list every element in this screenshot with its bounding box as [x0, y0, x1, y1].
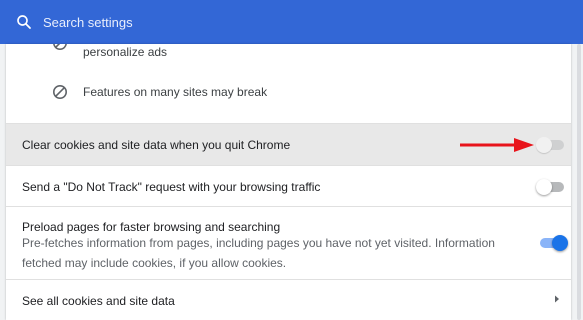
blocked-icon — [53, 85, 67, 99]
setting-title: Send a "Do Not Track" request with your … — [22, 180, 321, 194]
setting-do-not-track[interactable]: Send a "Do Not Track" request with your … — [6, 165, 571, 206]
clear-cookies-toggle[interactable] — [536, 137, 566, 153]
search-input[interactable] — [43, 12, 443, 32]
blocked-icon — [53, 44, 67, 50]
search-bar — [0, 0, 583, 44]
do-not-track-toggle[interactable] — [536, 179, 566, 195]
setting-title: Clear cookies and site data when you qui… — [22, 138, 291, 152]
scrollbar[interactable] — [577, 44, 581, 320]
settings-card: personalize ads Features on many sites m… — [6, 44, 571, 320]
preload-pages-toggle[interactable] — [538, 235, 568, 251]
red-arrow-icon — [460, 138, 534, 152]
setting-description: Pre-fetches information from pages, incl… — [22, 236, 495, 270]
setting-see-all-cookies[interactable]: See all cookies and site data — [6, 279, 571, 320]
chevron-right-icon[interactable] — [552, 294, 562, 304]
search-icon[interactable] — [15, 13, 33, 31]
setting-preload-pages[interactable]: Preload pages for faster browsing and se… — [6, 206, 571, 279]
sub-item-label: personalize ads — [83, 45, 168, 59]
sub-item-label: Features on many sites may break — [83, 85, 268, 99]
sub-item-personalize-ads: personalize ads — [6, 44, 571, 72]
sub-item-features-break: Features on many sites may break — [6, 72, 571, 110]
setting-title: See all cookies and site data — [22, 294, 175, 308]
setting-title: Preload pages for faster browsing and se… — [22, 220, 281, 234]
